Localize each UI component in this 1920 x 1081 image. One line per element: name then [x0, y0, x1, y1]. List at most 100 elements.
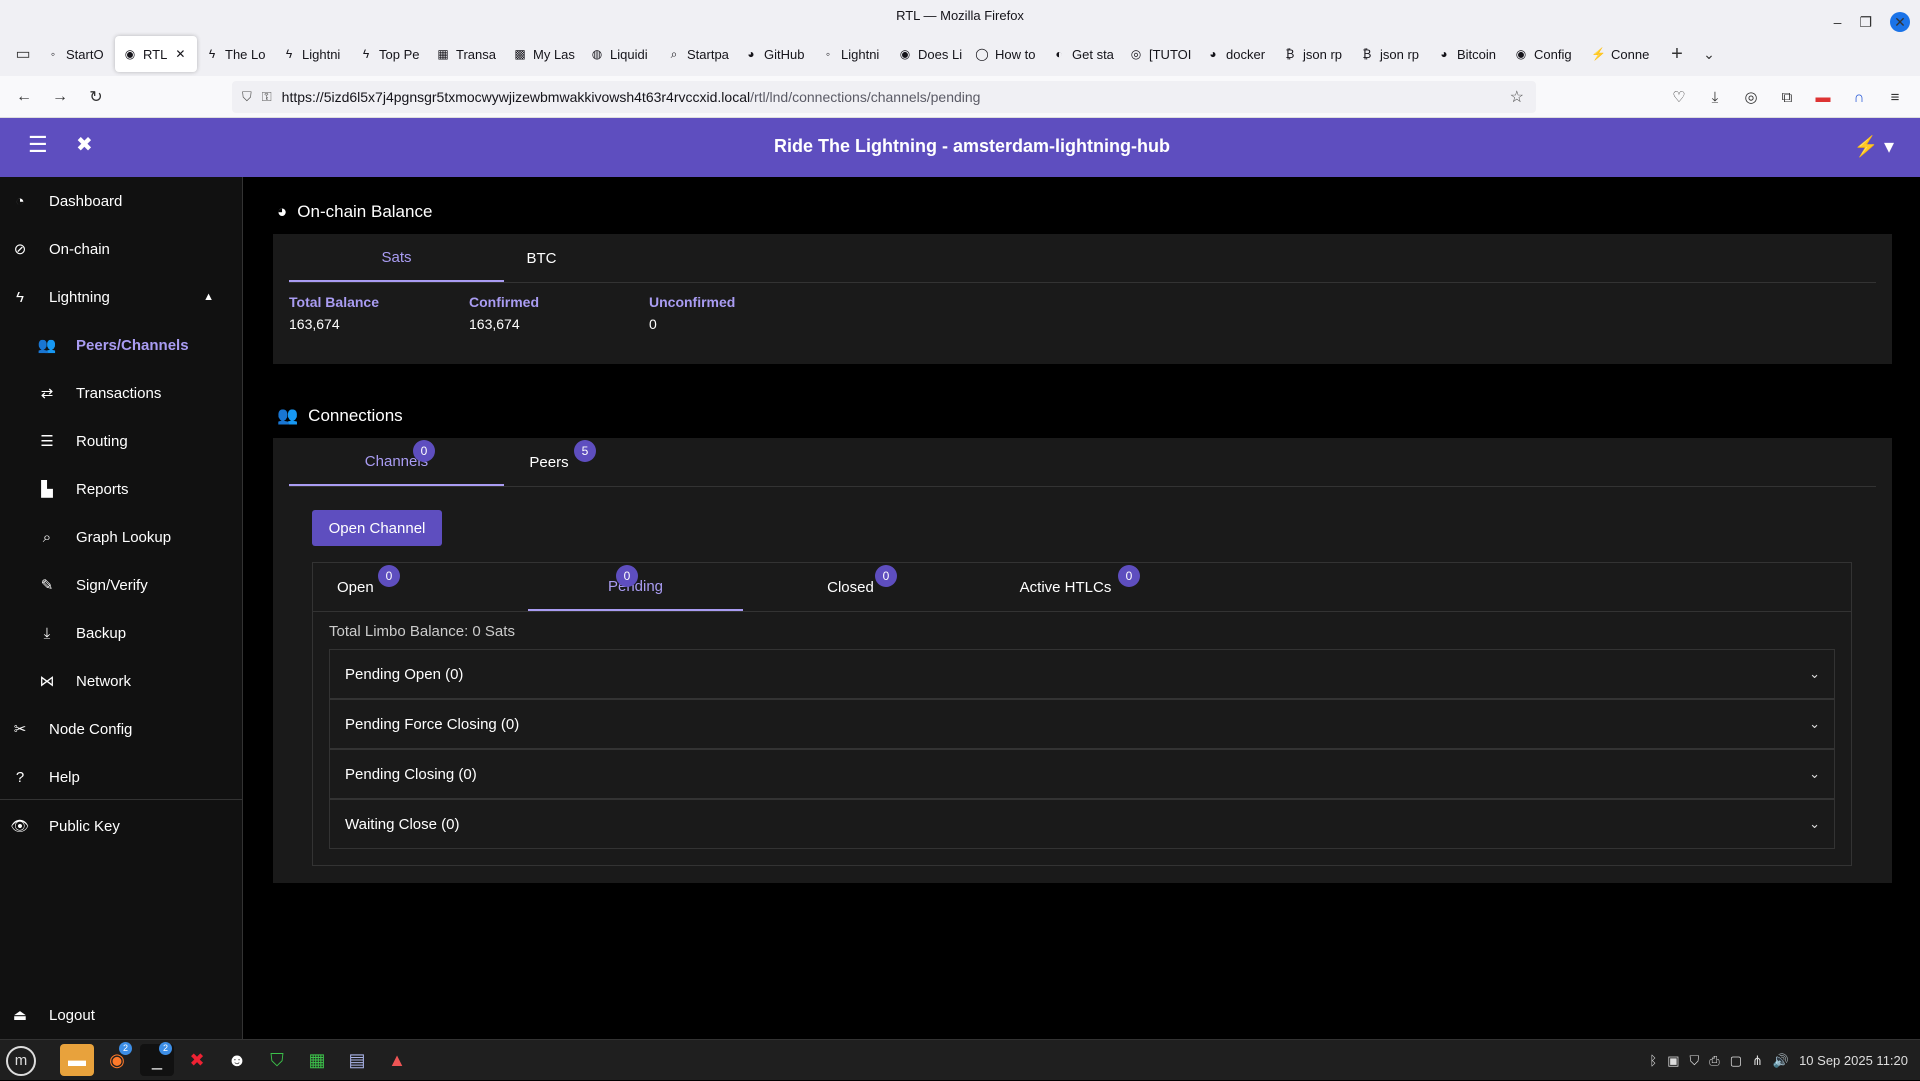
- chevron-down-icon: ⌄: [1809, 816, 1820, 831]
- update-icon[interactable]: ▢: [1730, 1053, 1742, 1069]
- firefox-icon[interactable]: ◉ 2: [100, 1042, 134, 1076]
- tab-favicon-icon: ₿: [1285, 47, 1295, 61]
- browser-tab[interactable]: ⚡ Conne: [1583, 36, 1660, 72]
- limbo-balance-text: Total Limbo Balance: 0 Sats: [329, 623, 515, 640]
- browser-tab[interactable]: ◦ StartO: [38, 36, 115, 72]
- sidebar-item-sign-verify[interactable]: ✎ Sign/Verify: [0, 563, 242, 607]
- browser-tab[interactable]: ϟ The Lo: [197, 36, 274, 72]
- pending-closing-panel[interactable]: Pending Closing (0) ⌄: [329, 749, 1835, 799]
- shield-app-icon[interactable]: ⛉: [260, 1044, 294, 1076]
- bookmark-star-icon[interactable]: ☆: [1510, 87, 1524, 107]
- account-icon[interactable]: ◎: [1740, 88, 1762, 106]
- sidebar-item-network[interactable]: ⋈ Network: [0, 659, 242, 703]
- image-viewer-icon[interactable]: ▲: [380, 1044, 414, 1076]
- extension-blue-icon[interactable]: ∩: [1848, 89, 1870, 106]
- browser-tab[interactable]: ▦ Transa: [428, 36, 505, 72]
- browser-tab[interactable]: ϟ Top Pe: [351, 36, 428, 72]
- sidebar-item-dashboard[interactable]: ◔ Dashboard: [0, 179, 242, 223]
- tab-favicon-icon: ₿: [1362, 47, 1372, 61]
- tab-peers[interactable]: Peers 5: [504, 438, 596, 486]
- sidebar-item-help[interactable]: ? Help: [0, 755, 242, 799]
- sidebar-item-reports[interactable]: ▙ Reports: [0, 467, 242, 511]
- browser-tab[interactable]: ▩ My Las: [505, 36, 582, 72]
- tab-closed-channels[interactable]: Closed 0: [743, 563, 958, 611]
- files-icon[interactable]: ▬: [60, 1044, 94, 1076]
- app-title: Ride The Lightning - amsterdam-lightning…: [774, 136, 1170, 156]
- browser-tab[interactable]: ◕ docker: [1198, 36, 1275, 72]
- sidebar-item-transactions[interactable]: ⇄ Transactions: [0, 371, 242, 415]
- code-icon[interactable]: ✖: [180, 1044, 214, 1076]
- downloads-icon[interactable]: ⤓: [1704, 89, 1726, 106]
- browser-tab[interactable]: ⌕ Startpa: [659, 36, 736, 72]
- tab-favicon-icon: ◯: [975, 47, 989, 61]
- spreadsheet-icon[interactable]: ▦: [300, 1044, 334, 1076]
- pending-force-closing-panel[interactable]: Pending Force Closing (0) ⌄: [329, 699, 1835, 749]
- tab-favicon-icon: ◕: [1209, 47, 1217, 61]
- sidebar-item-logout[interactable]: ⏏ Logout: [0, 993, 242, 1037]
- browser-tab[interactable]: ◕ Bitcoin: [1429, 36, 1506, 72]
- browser-tab[interactable]: ◦ Lightni: [813, 36, 890, 72]
- printer-icon[interactable]: ⎙: [1709, 1053, 1719, 1069]
- extension-red-icon[interactable]: ▬: [1812, 89, 1834, 106]
- tab-favicon-icon: ▩: [514, 47, 526, 61]
- sidebar-item-peers-channels[interactable]: 👥 Peers/Channels: [0, 323, 242, 367]
- clipboard-icon[interactable]: ▣: [1667, 1053, 1679, 1069]
- sidebar-item-routing[interactable]: ☰ Routing: [0, 419, 242, 463]
- tab-channels[interactable]: Channels 0: [289, 438, 504, 486]
- browser-tab[interactable]: ◯ How to: [967, 36, 1044, 72]
- extensions-icon[interactable]: ⧉: [1776, 89, 1798, 106]
- browser-tab[interactable]: ₿ json rp: [1352, 36, 1429, 72]
- tab-pending-channels[interactable]: Pending 0: [528, 563, 743, 611]
- sidebar-item-backup[interactable]: ⤓ Backup: [0, 611, 242, 655]
- terminal-icon[interactable]: _ 2: [140, 1042, 174, 1076]
- open-channel-button[interactable]: Open Channel: [312, 510, 442, 546]
- tab-btc[interactable]: BTC: [504, 234, 579, 282]
- text-editor-icon[interactable]: ▤: [340, 1044, 374, 1076]
- chevron-down-icon[interactable]: ⌄: [1694, 46, 1724, 63]
- clock[interactable]: 10 Sep 2025 11:20: [1799, 1053, 1908, 1068]
- address-bar[interactable]: ⛉ ⚿ https://5izd6l5x7j4pgnsgr5txmocwywji…: [232, 81, 1536, 113]
- waiting-close-panel[interactable]: Waiting Close (0) ⌄: [329, 799, 1835, 849]
- hamburger-menu-icon[interactable]: ≡: [1884, 89, 1906, 106]
- sidebar-item-on-chain[interactable]: ⊘ On-chain: [0, 227, 242, 271]
- browser-tab[interactable]: ◐ Get sta: [1044, 36, 1121, 72]
- node-menu-icon[interactable]: ⚡ ▾: [1854, 134, 1895, 159]
- browser-tab[interactable]: ◕ GitHub: [736, 36, 813, 72]
- browser-tab[interactable]: ◉ Does Li: [890, 36, 967, 72]
- tab-close-icon[interactable]: ✕: [175, 47, 185, 61]
- network-icon[interactable]: ⋔: [1752, 1053, 1763, 1069]
- sidebar-item-lightning[interactable]: ϟ Lightning ▲: [0, 275, 242, 319]
- forward-arrow-icon[interactable]: →: [42, 88, 78, 106]
- browser-tab[interactable]: ◎ [TUTOI: [1121, 36, 1198, 72]
- tab-active-htlcs[interactable]: Active HTLCs 0: [958, 563, 1173, 611]
- browser-tab[interactable]: ₿ json rp: [1275, 36, 1352, 72]
- new-tab-button[interactable]: +: [1660, 43, 1694, 66]
- lock-icon[interactable]: ⚿: [262, 89, 272, 105]
- shield-tray-icon[interactable]: ⛉: [1690, 1053, 1700, 1069]
- url-path: /rtl/lnd/connections/channels/pending: [750, 89, 981, 105]
- tab-open-channels[interactable]: Open 0: [313, 563, 528, 611]
- browser-tab-active[interactable]: ◉ RTL ✕: [115, 36, 197, 72]
- pocket-icon[interactable]: ♡: [1668, 88, 1690, 106]
- sidebar-item-graph-lookup[interactable]: ⌕ Graph Lookup: [0, 515, 242, 559]
- browser-tab[interactable]: ϟ Lightni: [274, 36, 351, 72]
- pending-open-panel[interactable]: Pending Open (0) ⌄: [329, 649, 1835, 699]
- routing-icon: ☰: [40, 433, 54, 450]
- volume-icon[interactable]: 🔊: [1773, 1053, 1789, 1069]
- back-arrow-icon[interactable]: ←: [6, 88, 42, 106]
- browser-tab[interactable]: ◍ Liquidi: [582, 36, 659, 72]
- tab-list-icon[interactable]: ▭: [8, 39, 38, 69]
- url-host: https://5izd6l5x7j4pgnsgr5txmocwywjizewb…: [281, 89, 751, 105]
- shield-icon[interactable]: ⛉: [242, 89, 252, 105]
- tab-sats[interactable]: Sats: [289, 234, 504, 282]
- bluetooth-icon[interactable]: ᛒ: [1649, 1053, 1657, 1068]
- ghost-app-icon[interactable]: ☻: [220, 1044, 254, 1076]
- reload-icon[interactable]: ↻: [78, 87, 114, 107]
- close-window-button[interactable]: ✕: [1890, 12, 1910, 32]
- sidebar-item-node-config[interactable]: ✂ Node Config: [0, 707, 242, 751]
- sidebar-item-public-key[interactable]: 👁 Public Key: [0, 804, 242, 848]
- start-menu-icon[interactable]: m: [6, 1046, 36, 1076]
- main-content: ◕ On-chain Balance Sats BTC Total Balanc…: [243, 177, 1920, 1039]
- eject-icon: ⏏: [12, 1007, 28, 1024]
- browser-tab[interactable]: ◉ Config: [1506, 36, 1583, 72]
